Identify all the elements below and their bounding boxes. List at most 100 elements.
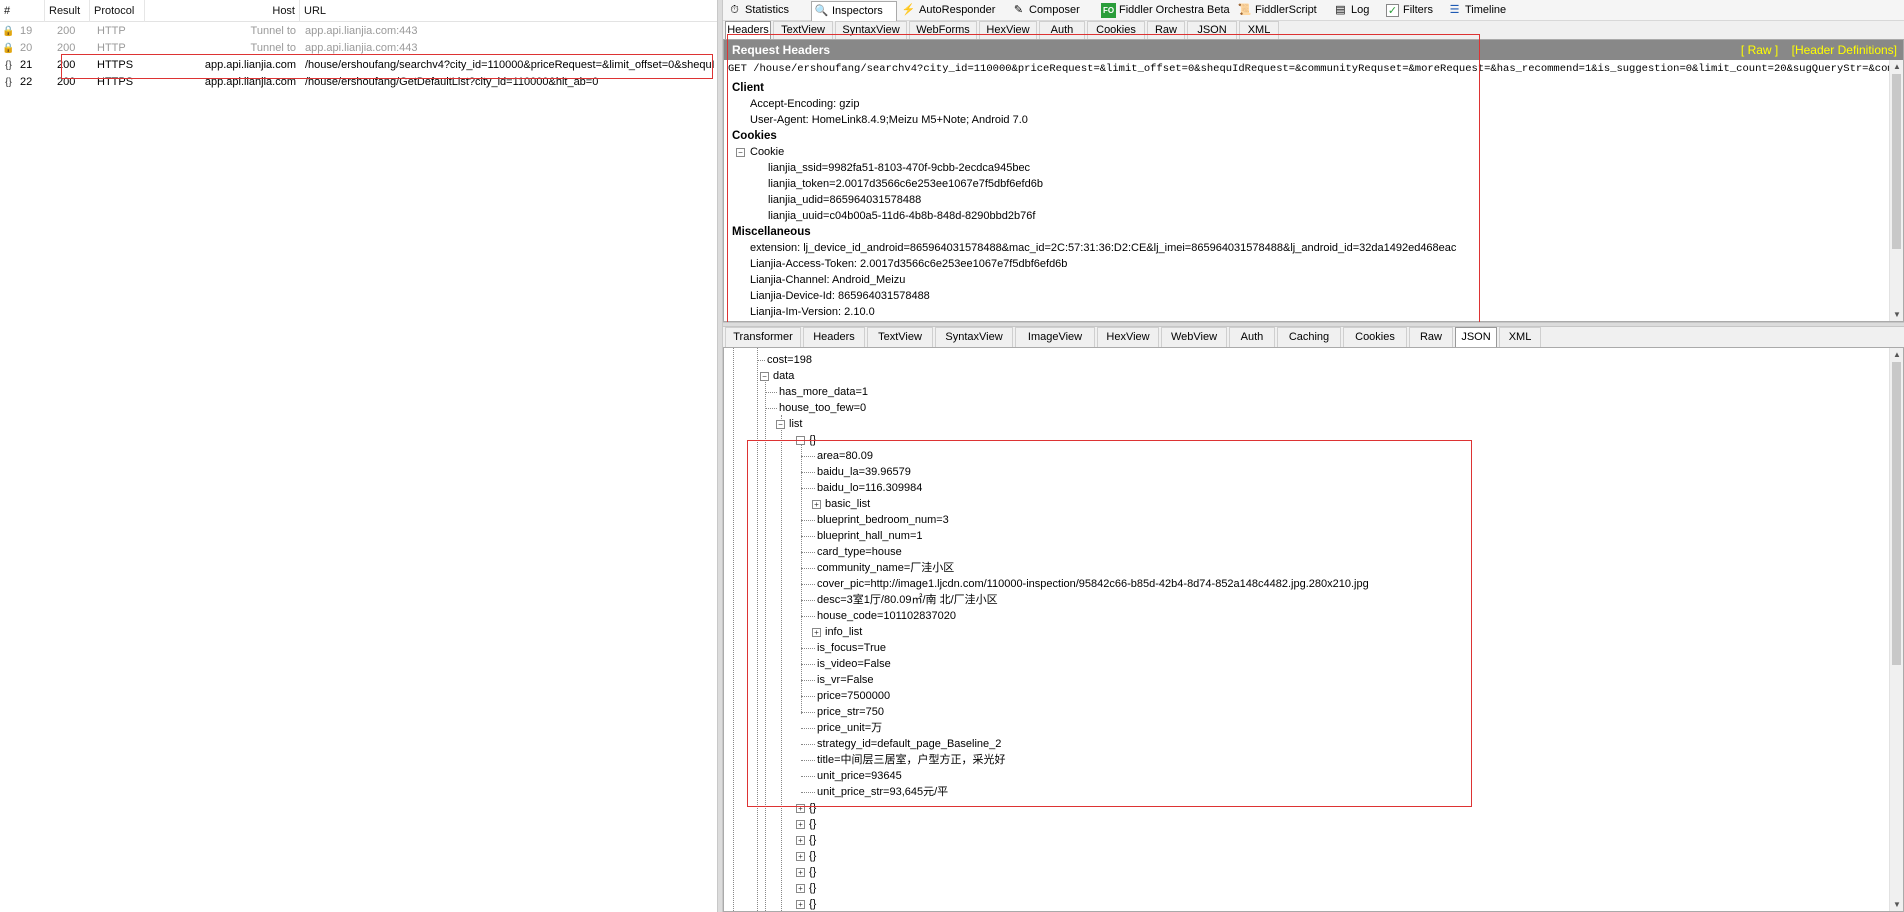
response-tab-auth[interactable]: Auth (1229, 327, 1275, 347)
tree-node-item[interactable]: + {} (796, 848, 816, 864)
node-label: {} (809, 866, 817, 878)
column-header-host[interactable]: Host (145, 0, 300, 22)
tree-node[interactable]: has_more_data=1 (779, 384, 868, 400)
tab-composer[interactable]: ✎ Composer (1009, 1, 1097, 20)
response-tab-hexview[interactable]: HexView (1097, 327, 1159, 347)
tree-node-item[interactable]: + {} (796, 896, 817, 911)
node-label: {} (809, 882, 817, 894)
header-links: [ Raw ] [Header Definitions] (1731, 40, 1897, 60)
tab-label: Filters (1403, 4, 1433, 16)
highlight-box (727, 34, 1480, 325)
session-list-header: # Result Protocol Host URL (0, 0, 717, 22)
session-id: 22 (20, 76, 33, 88)
script-icon: 📜 (1237, 4, 1252, 16)
session-id: 20 (20, 42, 33, 54)
expand-icon[interactable]: + (796, 883, 805, 893)
request-scrollbar[interactable]: ▲ ▼ (1889, 60, 1903, 321)
response-tab-webview[interactable]: WebView (1161, 327, 1227, 347)
column-header-url[interactable]: URL (300, 0, 717, 22)
timeline-icon: ☰ (1449, 4, 1460, 16)
tab-label: AutoResponder (919, 4, 996, 16)
tab-label: Inspectors (832, 5, 883, 17)
node-label: data (773, 370, 795, 382)
session-list[interactable]: # Result Protocol Host URL 🔒 19 200 HTTP… (0, 0, 717, 912)
tab-label: FiddlerScript (1255, 4, 1317, 16)
scroll-up-icon[interactable]: ▲ (1890, 348, 1903, 361)
scroll-down-icon[interactable]: ▼ (1890, 898, 1903, 911)
composer-icon: ✎ (1013, 4, 1024, 16)
tree-node[interactable]: house_too_few=0 (779, 400, 866, 416)
tree-node-list[interactable]: − list (776, 416, 802, 432)
expand-icon[interactable]: + (796, 851, 805, 861)
json-tree[interactable]: cost=198 − data has_more_data=1 house_too… (723, 347, 1904, 912)
column-header-id[interactable]: # (0, 0, 45, 22)
response-tab-imageview[interactable]: ImageView (1015, 327, 1095, 347)
session-row[interactable]: 🔒 19 200 HTTP Tunnel to app.api.lianjia.… (0, 23, 717, 40)
response-tab-xml[interactable]: XML (1499, 327, 1541, 347)
tree-node-data[interactable]: − data (760, 368, 794, 384)
response-tab-caching[interactable]: Caching (1277, 327, 1341, 347)
tab-statistics[interactable]: ⏱ Statistics (725, 1, 809, 20)
lock-icon: 🔒 (2, 26, 15, 37)
response-tabs: Transformer Headers TextView SyntaxView … (723, 327, 1904, 348)
session-host: Tunnel to (250, 25, 296, 37)
lock-icon: 🔒 (2, 43, 15, 54)
response-tab-transformer[interactable]: Transformer (725, 327, 801, 347)
tab-label: Fiddler Orchestra Beta (1119, 4, 1230, 16)
inspector-icon: 🔍 (814, 5, 829, 17)
scroll-up-icon[interactable]: ▲ (1890, 60, 1903, 73)
scroll-thumb[interactable] (1892, 362, 1901, 665)
tab-fiddler-orchestra[interactable]: FO Fiddler Orchestra Beta (1099, 1, 1233, 20)
expand-icon[interactable]: + (796, 819, 805, 829)
column-header-protocol[interactable]: Protocol (90, 0, 145, 22)
collapse-icon[interactable]: − (776, 419, 785, 429)
collapse-icon[interactable]: − (760, 371, 769, 381)
tab-label: Statistics (745, 4, 790, 16)
log-icon: ▤ (1335, 4, 1346, 16)
main-tabs: ⏱ Statistics 🔍 Inspectors ⚡ AutoResponder ✎… (723, 0, 1904, 22)
response-tab-headers[interactable]: Headers (803, 327, 865, 347)
raw-link[interactable]: [ Raw ] (1741, 43, 1778, 57)
tab-timeline[interactable]: ☰ Timeline (1445, 1, 1517, 20)
tab-autoresponder[interactable]: ⚡ AutoResponder (899, 1, 1007, 20)
scroll-down-icon[interactable]: ▼ (1890, 308, 1903, 321)
json-icon: {} (5, 77, 12, 88)
session-url: app.api.lianjia.com:443 (305, 25, 418, 37)
expand-icon[interactable]: + (796, 899, 805, 909)
response-tab-syntaxview[interactable]: SyntaxView (935, 327, 1013, 347)
expand-icon[interactable]: + (796, 867, 805, 877)
tab-label: Composer (1029, 4, 1080, 16)
node-label: {} (809, 898, 817, 910)
tab-inspectors[interactable]: 🔍 Inspectors (811, 1, 897, 22)
stopwatch-icon: ⏱ (730, 4, 739, 16)
session-result: 200 (57, 25, 76, 37)
highlight-box (61, 54, 713, 79)
response-tab-raw[interactable]: Raw (1409, 327, 1453, 347)
tab-log[interactable]: ▤ Log (1331, 1, 1381, 20)
node-label: list (789, 418, 803, 430)
filter-check-icon: ✓ (1386, 4, 1399, 17)
response-tab-textview[interactable]: TextView (867, 327, 933, 347)
scroll-thumb[interactable] (1892, 74, 1901, 249)
tab-fiddlerscript[interactable]: 📜 FiddlerScript (1235, 1, 1329, 20)
expand-icon[interactable]: + (796, 835, 805, 845)
response-scrollbar[interactable]: ▲ ▼ (1889, 348, 1903, 911)
tree-node-item[interactable]: + {} (796, 832, 816, 848)
header-definitions-link[interactable]: [Header Definitions] (1792, 43, 1897, 57)
node-label: {} (809, 834, 817, 846)
tree-node-item[interactable]: + {} (796, 864, 816, 880)
session-protocol: HTTP (97, 25, 126, 37)
column-header-result[interactable]: Result (45, 0, 90, 22)
response-tab-json[interactable]: JSON (1455, 327, 1497, 348)
node-label: {} (809, 850, 817, 862)
tree-node-item[interactable]: + {} (796, 816, 816, 832)
response-tab-cookies[interactable]: Cookies (1343, 327, 1407, 347)
node-label: {} (809, 818, 817, 830)
tab-label: Timeline (1465, 4, 1507, 16)
session-id: 21 (20, 59, 33, 71)
tree-node-item[interactable]: + {} (796, 880, 816, 896)
tab-label: Log (1351, 4, 1370, 16)
tree-node[interactable]: cost=198 (767, 352, 812, 368)
json-icon: {} (5, 60, 12, 71)
tab-filters[interactable]: ✓ Filters (1383, 1, 1443, 20)
